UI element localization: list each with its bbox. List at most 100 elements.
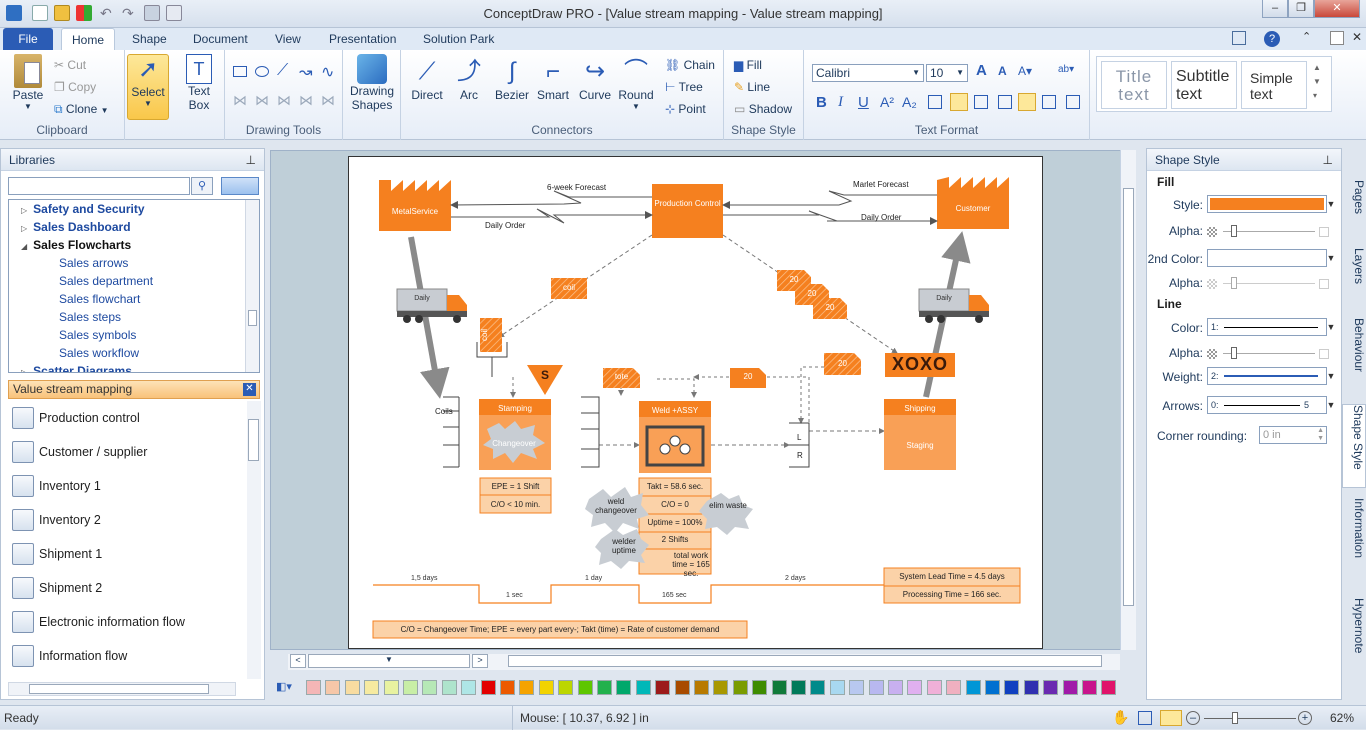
canvas-hscrollbar[interactable]: < ▼ > [288,654,1120,670]
fit-page-icon[interactable] [1138,711,1152,725]
metalservice-factory[interactable] [379,180,451,231]
active-library-header[interactable]: Value stream mapping ✕ [8,380,260,399]
tab-layers[interactable]: Layers [1342,248,1366,298]
tab-home[interactable]: Home [61,28,115,50]
shadow-button[interactable]: ▭ Shadow [734,102,792,116]
layout-icon[interactable] [1232,31,1246,45]
fit-width-icon[interactable] [1160,710,1182,726]
pan-hand-icon[interactable]: ✋ [1112,709,1129,726]
subtitle-text-style[interactable]: Subtitle text [1171,61,1237,109]
second-color-dropdown-icon[interactable]: ▼ [1323,249,1339,267]
library-view-toggle[interactable] [221,177,259,195]
zoom-out-icon[interactable]: – [1186,711,1200,725]
palette-swatch[interactable] [926,680,942,695]
line-color-dropdown-icon[interactable]: ▼ [1323,318,1339,336]
ellipse-tool-icon[interactable] [255,66,269,77]
palette-swatch[interactable] [403,680,418,695]
arc-connector-button[interactable]: ⤴ Arc [449,56,489,102]
collapsed-arrow-icon[interactable]: ▷ [21,224,27,233]
tab-file[interactable]: File [3,28,53,50]
tree-item[interactable]: Sales flowchart [53,290,140,308]
palette-swatch[interactable] [325,680,341,695]
palette-swatch[interactable] [306,680,321,695]
close-document-icon[interactable]: ✕ [1352,30,1362,44]
palette-swatch[interactable] [829,680,845,695]
smart-connector-button[interactable]: ⌐ Smart [533,56,573,102]
tree-button[interactable]: ⊢ Tree [665,80,703,94]
corner-point-icon[interactable]: ⋈ [299,92,313,109]
clone-button[interactable]: ⧉ Clone ▼ [54,102,109,117]
hscroll-thumb[interactable] [508,655,1102,667]
palette-swatch[interactable] [791,680,806,695]
tab-behaviour[interactable]: Behaviour [1342,318,1366,388]
tree-item[interactable]: Sales steps [53,308,121,326]
valign-bottom-icon[interactable] [1066,95,1080,109]
alpha-slider-2[interactable] [1207,277,1331,289]
palette-swatch[interactable] [1023,680,1039,695]
diagram-page[interactable]: MetalService Customer Production Control… [348,156,1043,649]
weight-dropdown-icon[interactable]: ▼ [1323,367,1339,385]
tab-shape-style[interactable]: Shape Style [1342,404,1366,488]
line-button[interactable]: ✎ Line [734,80,770,94]
palette-menu-icon[interactable]: ◧▾ [276,680,296,695]
close-button[interactable]: ✕ [1314,0,1360,18]
palette-swatch[interactable] [461,680,477,695]
bold-icon[interactable]: B [816,94,827,111]
page-select[interactable]: ▼ [308,654,470,668]
underline-icon[interactable]: U [858,94,869,111]
palette-swatch[interactable] [1043,680,1059,695]
tab-shape[interactable]: Shape [122,28,177,50]
library-item[interactable]: Production control [2,401,246,435]
tree-item[interactable]: Sales symbols [53,326,136,344]
palette-swatch[interactable] [810,680,826,695]
page-next-icon[interactable]: > [472,654,488,668]
tab-solution-park[interactable]: Solution Park [413,28,504,50]
zoom-in-icon[interactable]: + [1298,711,1312,725]
delete-point-icon[interactable]: ⋈ [321,92,335,109]
tree-item[interactable]: Sales arrows [53,254,128,272]
select-button[interactable]: ➚ Select ▼ [127,54,169,120]
palette-swatch[interactable] [538,680,554,695]
library-item[interactable]: Information flow [2,639,246,673]
options-icon[interactable] [1330,31,1344,45]
cut-button[interactable]: ✂ Cut [54,58,86,72]
palette-swatch[interactable] [1004,680,1020,695]
canvas-vscrollbar[interactable] [1120,150,1136,650]
palette-swatch[interactable] [907,680,923,695]
production-control-box[interactable] [652,184,723,238]
palette-swatch[interactable] [364,680,380,695]
tree-scrollbar[interactable] [245,200,259,372]
palette-swatch[interactable] [1082,680,1097,695]
palette-swatch[interactable] [616,680,632,695]
point-button[interactable]: ⊹ Point [665,102,706,116]
gallery-scroll-icon[interactable]: ▲ ▼ ▾ [1313,61,1321,103]
align-left-icon[interactable] [928,95,942,109]
palette-swatch[interactable] [577,680,593,695]
pin-icon[interactable]: ⊥ [1323,149,1333,171]
curve-connector-button[interactable]: ↪ Curve [575,56,615,102]
zoom-slider[interactable] [1204,712,1296,724]
palette-swatch[interactable] [655,680,671,695]
palette-swatch[interactable] [422,680,438,695]
italic-icon[interactable]: I [838,94,843,111]
arrows-dropdown-icon[interactable]: ▼ [1323,396,1339,414]
align-right-icon[interactable] [974,95,988,109]
palette-swatch[interactable] [1062,680,1078,695]
fill-style-select[interactable] [1207,195,1327,213]
palette-swatch[interactable] [713,680,729,695]
chain-button[interactable]: ⛓ Chain [665,58,715,72]
library-search-input[interactable] [8,177,190,195]
font-family-select[interactable]: Calibri ▼ [812,64,924,82]
palette-swatch[interactable] [558,680,574,695]
palette-swatch[interactable] [500,680,515,695]
collapsed-arrow-icon[interactable]: ▷ [21,368,27,372]
tab-presentation[interactable]: Presentation [319,28,406,50]
palette-swatch[interactable] [674,680,690,695]
palette-swatch[interactable] [888,680,903,695]
valign-middle-icon[interactable] [1042,95,1056,109]
fill-style-dropdown-icon[interactable]: ▼ [1323,195,1339,213]
line-tool-icon[interactable]: ⟋ [277,62,288,80]
tree-item[interactable]: ▷ Safety and Security [21,200,145,218]
tree-item[interactable]: ◢ Sales Flowcharts [21,236,131,254]
palette-swatch[interactable] [752,680,768,695]
